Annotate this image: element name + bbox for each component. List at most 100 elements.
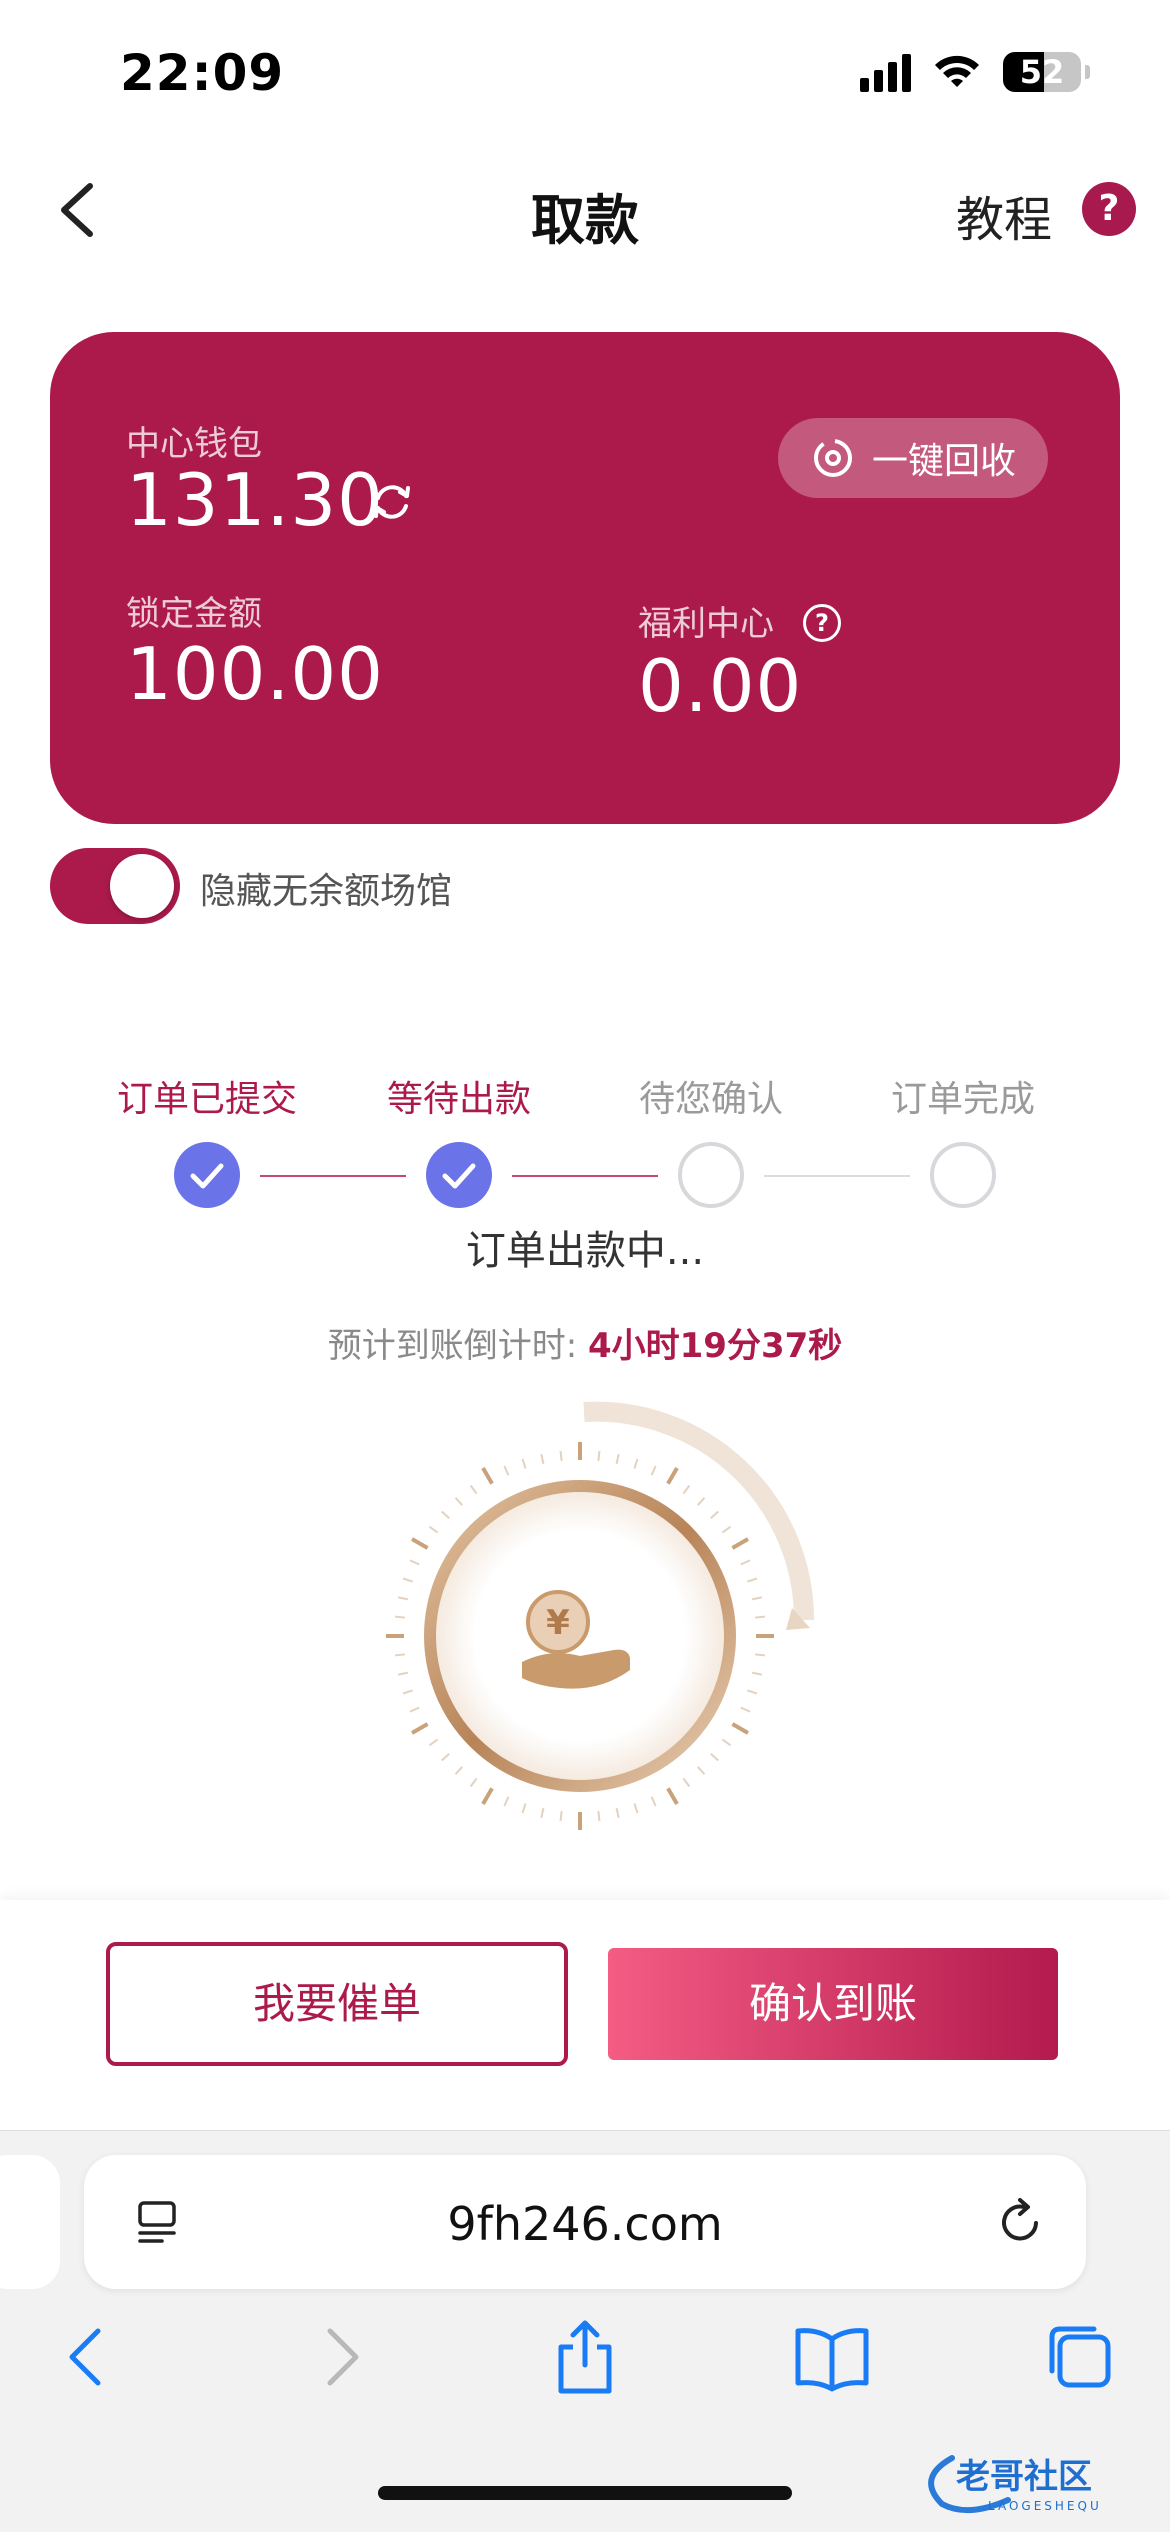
watermark-subtext: LAOGESHEQU (988, 2499, 1102, 2513)
welfare-help-icon[interactable]: ? (803, 604, 841, 642)
dial-tick (441, 1753, 450, 1762)
dial-tick (747, 1689, 758, 1695)
welfare-center-label: 福利中心 (638, 604, 774, 644)
step-label-submitted: 订单已提交 (116, 1079, 297, 1120)
step-connector (512, 1175, 658, 1177)
dial-tick (469, 1777, 478, 1788)
order-status-text: 订单出款中... (465, 1228, 705, 1274)
status-icons: 52 (860, 52, 1090, 92)
dial-tick (410, 1722, 429, 1735)
dial-tick (751, 1596, 763, 1601)
dial-tick (428, 1738, 439, 1747)
share-icon[interactable] (545, 2317, 625, 2397)
dial-tick (751, 1671, 763, 1676)
dial-tick (428, 1525, 439, 1534)
welfare-center-value: 0.00 (638, 644, 803, 728)
battery-tip (1085, 65, 1090, 79)
recycle-label: 一键回收 (871, 441, 1016, 482)
dial-tick (721, 1525, 732, 1534)
dial-tick (469, 1484, 478, 1495)
dial-tick (481, 1466, 494, 1485)
dial-tick (615, 1453, 620, 1465)
tutorial-link[interactable]: 教程 (956, 180, 1052, 250)
dial-tick (697, 1497, 706, 1506)
dial-tick (710, 1753, 719, 1762)
recycle-icon (813, 439, 852, 477)
eta-countdown: 预计到账倒计时: 4小时19分37秒 (0, 1318, 1170, 1367)
confirm-received-button[interactable]: 确认到账 (608, 1948, 1058, 2060)
reload-icon[interactable] (994, 2195, 1048, 2249)
wallet-card: 中心钱包 131.30 一键回收 锁定金额 100.00 福利中心 ? 0.00 (50, 332, 1120, 824)
step-check-icon (426, 1142, 492, 1208)
eta-label: 预计到账倒计时: (327, 1326, 578, 1366)
action-bar: 我要催单 确认到账 (0, 1900, 1170, 2130)
wifi-icon (935, 55, 979, 87)
one-click-recycle-button[interactable]: 一键回收 (778, 418, 1048, 498)
dial-tick (731, 1722, 750, 1735)
dial-tick (731, 1537, 750, 1550)
hide-empty-venues-label: 隐藏无余额场馆 (200, 871, 453, 912)
dial-tick (710, 1510, 719, 1519)
url-text: 9fh246.com (447, 2197, 723, 2251)
status-time: 22:09 (120, 44, 285, 102)
step-label-await-confirm: 待您确认 (638, 1079, 783, 1120)
step-label-awaiting-payout: 等待出款 (386, 1079, 531, 1120)
dial-tick (441, 1510, 450, 1519)
step-label-completed: 订单完成 (890, 1079, 1035, 1120)
dial-tick (454, 1766, 463, 1775)
step-connector (764, 1175, 910, 1177)
center-wallet-balance: 131.30 (126, 458, 384, 542)
locked-amount-label: 锁定金额 (126, 594, 262, 634)
dial-tick (503, 1796, 510, 1807)
dial-tick (481, 1787, 494, 1806)
tabs-icon[interactable] (1040, 2317, 1120, 2397)
dial-tick (682, 1484, 691, 1495)
dial-tick (650, 1465, 657, 1476)
dial-tick (397, 1596, 409, 1601)
refresh-icon[interactable] (370, 480, 414, 524)
hide-empty-venues-toggle[interactable] (50, 848, 180, 924)
browser-back-icon[interactable] (48, 2317, 128, 2397)
dial-tick (666, 1466, 679, 1485)
dial-tick (503, 1465, 510, 1476)
cellular-signal-icon (860, 52, 911, 92)
step-check-icon (174, 1142, 240, 1208)
previous-tab-peek[interactable] (0, 2155, 60, 2289)
dial-tick (521, 1458, 527, 1469)
dial-tick (754, 1615, 766, 1619)
dial-tick (540, 1807, 545, 1819)
browser-toolbar (0, 2317, 1170, 2427)
dial-tick (650, 1796, 657, 1807)
dial-tick (409, 1706, 420, 1713)
status-bar: 22:09 52 (0, 0, 1170, 150)
watermark-text: 老哥社区 (956, 2457, 1092, 2497)
urge-order-button[interactable]: 我要催单 (106, 1942, 568, 2066)
dial-tick (740, 1559, 751, 1566)
watermark-logo: 老哥社区 LAOGESHEQU (928, 2455, 1102, 2514)
dial-tick (409, 1559, 420, 1566)
dial-tick (454, 1497, 463, 1506)
nav-bar: 取款 教程 ? (0, 160, 1170, 260)
step-pending-icon (930, 1142, 996, 1208)
step-connector (260, 1175, 406, 1177)
dial-tick (410, 1537, 429, 1550)
address-bar[interactable]: 9fh246.com (84, 2155, 1086, 2289)
dial-tick (682, 1777, 691, 1788)
battery-level: 52 (1019, 53, 1065, 91)
dial-tick (394, 1615, 406, 1619)
help-icon[interactable]: ? (1082, 182, 1136, 236)
dial-tick (397, 1671, 409, 1676)
step-pending-icon (678, 1142, 744, 1208)
home-indicator[interactable] (378, 2486, 792, 2500)
dial-tick (402, 1577, 413, 1583)
dial-tick (559, 1810, 563, 1822)
bookmarks-icon[interactable] (792, 2317, 872, 2397)
dial-tick (540, 1453, 545, 1465)
dial-tick (597, 1810, 601, 1822)
eta-value: 4小时19分37秒 (587, 1326, 843, 1366)
dial-tick (633, 1458, 639, 1469)
svg-text:¥: ¥ (546, 1603, 570, 1643)
browser-forward-icon[interactable] (300, 2317, 380, 2397)
payout-progress-dial: ¥ (386, 1401, 815, 1830)
dial-tick (394, 1653, 406, 1657)
